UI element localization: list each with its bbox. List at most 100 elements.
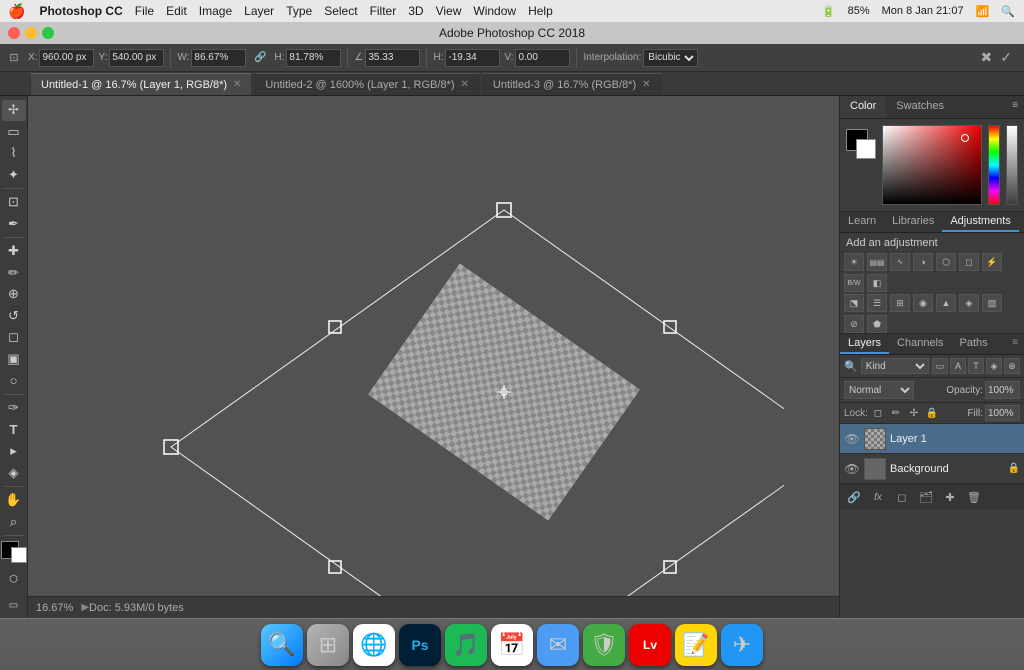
- spotlight-icon[interactable]: 🔍: [998, 5, 1018, 18]
- adj-vibrance[interactable]: ⬡: [936, 253, 956, 271]
- close-button[interactable]: [8, 27, 20, 39]
- adj-gradient-map[interactable]: ◈: [959, 294, 979, 312]
- crop-tool[interactable]: ⊡: [2, 192, 26, 213]
- opacity-input[interactable]: [985, 381, 1020, 399]
- lock-position-button[interactable]: ✢: [906, 405, 922, 421]
- adj-bw[interactable]: B/W: [844, 274, 864, 292]
- fx-button[interactable]: fx: [868, 488, 888, 506]
- magic-wand-tool[interactable]: ✦: [2, 165, 26, 186]
- gradient-tool[interactable]: ▣: [2, 349, 26, 370]
- adj-color-balance[interactable]: ⚡: [982, 253, 1002, 271]
- link-icon[interactable]: 🔗: [250, 48, 270, 68]
- menu-view[interactable]: View: [430, 4, 468, 18]
- layers-panel-collapse[interactable]: ≡: [1006, 334, 1024, 354]
- color-gradient-picker[interactable]: [882, 125, 982, 205]
- menu-type[interactable]: Type: [280, 4, 318, 18]
- adj-brightness[interactable]: ☀: [844, 253, 864, 271]
- adj-levels[interactable]: ▤▤: [867, 253, 887, 271]
- link-layers-button[interactable]: 🔗: [844, 488, 864, 506]
- new-group-button[interactable]: 🗂: [916, 488, 936, 506]
- window-controls[interactable]: [8, 27, 54, 39]
- x-input[interactable]: [39, 49, 94, 67]
- adj-shadows[interactable]: ⊘: [844, 315, 864, 333]
- lock-transparent-button[interactable]: ◻: [870, 405, 886, 421]
- tab-close-1[interactable]: ✕: [233, 79, 241, 90]
- lock-all-button[interactable]: 🔒: [924, 405, 940, 421]
- menu-help[interactable]: Help: [522, 4, 559, 18]
- background-color[interactable]: [11, 547, 27, 563]
- filter-pixel-icon[interactable]: ▭: [932, 358, 948, 374]
- h-percent-input[interactable]: [286, 49, 341, 67]
- adj-curves[interactable]: ∿: [890, 253, 910, 271]
- dock-live[interactable]: Lv: [629, 624, 671, 666]
- tab-untitled-3[interactable]: Untitled-3 @ 16.7% (RGB/8*) ✕: [482, 73, 662, 95]
- dock-notes[interactable]: 📝: [675, 624, 717, 666]
- pen-tool[interactable]: ✑: [2, 398, 26, 419]
- text-tool[interactable]: T: [2, 419, 26, 440]
- menu-window[interactable]: Window: [467, 4, 522, 18]
- menu-select[interactable]: Select: [318, 4, 363, 18]
- shape-tool[interactable]: ◈: [2, 462, 26, 483]
- heal-tool[interactable]: ✚: [2, 241, 26, 262]
- tab-untitled-1[interactable]: Untitled-1 @ 16.7% (Layer 1, RGB/8*) ✕: [30, 73, 252, 95]
- quick-mask-tool[interactable]: ⬡: [2, 568, 26, 592]
- dock-calendar[interactable]: 📅: [491, 624, 533, 666]
- zoom-tool[interactable]: ⌕: [2, 511, 26, 532]
- libraries-tab[interactable]: Libraries: [884, 212, 942, 232]
- dock-airmail[interactable]: ✈: [721, 624, 763, 666]
- cancel-transform-button[interactable]: ✖: [981, 49, 993, 66]
- layers-tab[interactable]: Layers: [840, 334, 889, 354]
- screen-mode-tool[interactable]: ▭: [2, 594, 26, 618]
- maximize-button[interactable]: [42, 27, 54, 39]
- blend-mode-select[interactable]: Normal: [844, 381, 914, 399]
- adj-selective-color[interactable]: ▨: [982, 294, 1002, 312]
- menu-file[interactable]: File: [129, 4, 160, 18]
- adj-threshold[interactable]: ▲: [936, 294, 956, 312]
- adj-exposure[interactable]: ◑: [913, 253, 933, 271]
- menu-3d[interactable]: 3D: [402, 4, 429, 18]
- adj-color-lookup[interactable]: ☰: [867, 294, 887, 312]
- fill-input[interactable]: [985, 405, 1020, 421]
- dodge-tool[interactable]: ○: [2, 370, 26, 391]
- dock-photoshop[interactable]: Ps: [399, 624, 441, 666]
- filter-text-icon[interactable]: T: [968, 358, 984, 374]
- adj-photo-filter[interactable]: ◧: [867, 274, 887, 292]
- adj-variations[interactable]: ⬟: [867, 315, 887, 333]
- confirm-transform-button[interactable]: ✓: [1000, 49, 1012, 66]
- layer-row-background[interactable]: 👁 Background 🔒: [840, 454, 1024, 484]
- adj-hsl[interactable]: ◻: [959, 253, 979, 271]
- lock-image-button[interactable]: ✏: [888, 405, 904, 421]
- adj-panel-collapse[interactable]: ≡: [1019, 212, 1024, 232]
- tab-close-3[interactable]: ✕: [642, 79, 650, 90]
- tab-close-2[interactable]: ✕: [461, 79, 469, 90]
- eraser-tool[interactable]: ◻: [2, 327, 26, 348]
- dock-chrome[interactable]: 🌐: [353, 624, 395, 666]
- clone-tool[interactable]: ⊕: [2, 284, 26, 305]
- color-panel-collapse[interactable]: ≡: [1006, 96, 1024, 118]
- filter-smart-icon[interactable]: ⊕: [1004, 358, 1020, 374]
- history-brush-tool[interactable]: ↺: [2, 306, 26, 327]
- brush-tool[interactable]: ✏: [2, 263, 26, 284]
- dock-finder[interactable]: 🔍: [261, 624, 303, 666]
- angle-input[interactable]: [365, 49, 420, 67]
- eyedropper-tool[interactable]: ✒: [2, 214, 26, 235]
- app-menu[interactable]: Photoshop CC: [33, 4, 128, 18]
- dock-virus-scanner[interactable]: 🛡: [583, 624, 625, 666]
- h-skew-input[interactable]: [445, 49, 500, 67]
- w-input[interactable]: [191, 49, 246, 67]
- paths-tab[interactable]: Paths: [952, 334, 996, 354]
- layer1-visibility-toggle[interactable]: 👁: [844, 431, 860, 447]
- menu-image[interactable]: Image: [193, 4, 238, 18]
- dock-mail[interactable]: ✉: [537, 624, 579, 666]
- move-tool[interactable]: ✢: [2, 100, 26, 121]
- new-layer-button[interactable]: ✚: [940, 488, 960, 506]
- filter-shape-icon[interactable]: ◈: [986, 358, 1002, 374]
- color-tab[interactable]: Color: [840, 96, 886, 118]
- tab-untitled-2[interactable]: Untitled-2 @ 1600% (Layer 1, RGB/8*) ✕: [254, 73, 479, 95]
- dock-spotify[interactable]: 🎵: [445, 624, 487, 666]
- menu-filter[interactable]: Filter: [364, 4, 403, 18]
- adj-posterize[interactable]: ◉: [913, 294, 933, 312]
- menu-layer[interactable]: Layer: [238, 4, 280, 18]
- path-select-tool[interactable]: ▸: [2, 441, 26, 462]
- learn-tab[interactable]: Learn: [840, 212, 884, 232]
